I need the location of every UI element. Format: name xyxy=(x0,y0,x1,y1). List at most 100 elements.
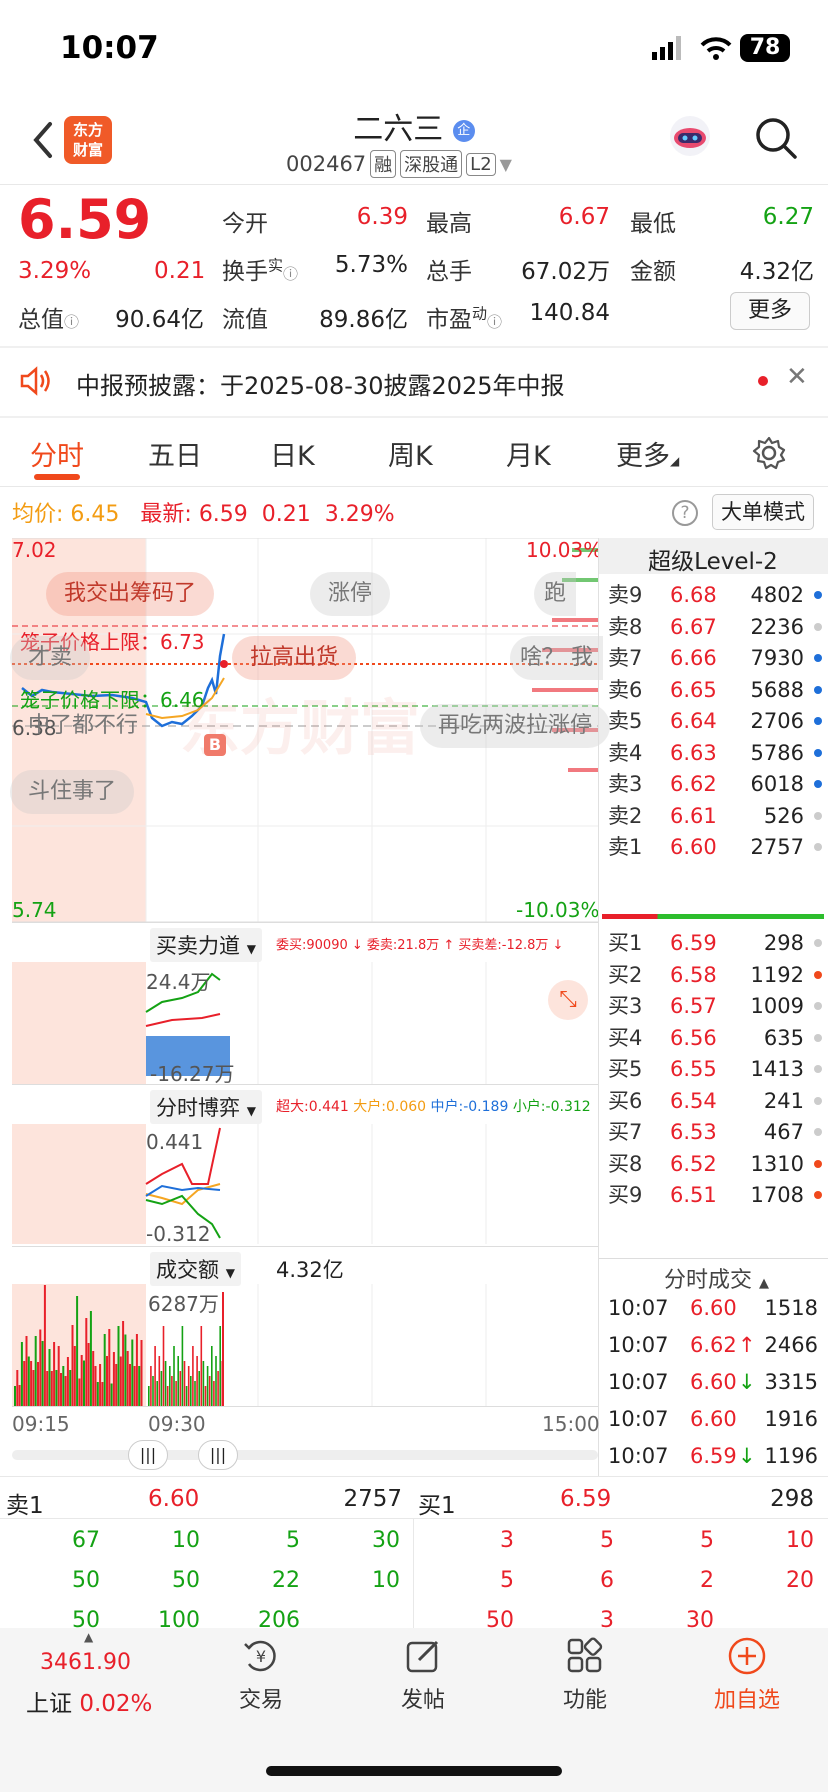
stock-code-row[interactable]: 002467 融 深股通 L2 ▼ xyxy=(286,150,512,178)
level2-title: 超级Level-2 xyxy=(648,549,778,575)
big-order-mode-button[interactable]: 大单模式 xyxy=(712,494,814,530)
nav-trade[interactable]: ¥ 交易 xyxy=(206,1636,316,1714)
help-icon[interactable]: ? xyxy=(672,500,698,526)
nav-add-watchlist[interactable]: 加自选 xyxy=(692,1636,802,1714)
amount-bar xyxy=(171,1376,173,1406)
force-chart[interactable] xyxy=(12,962,598,1084)
queue-bid-vol: 298 xyxy=(770,1486,814,1512)
info-icon[interactable]: ⓘ xyxy=(283,265,298,283)
nav-functions[interactable]: 功能 xyxy=(530,1636,640,1714)
amount-bar xyxy=(94,1366,97,1406)
order-dot-icon xyxy=(814,780,822,788)
ask-row[interactable]: 卖1 6.60 2757 xyxy=(606,830,824,864)
caret-up-icon: ▲ xyxy=(84,1630,94,1644)
tick-row: 10:07 6.60 1916 xyxy=(608,1407,818,1431)
ask-row[interactable]: 卖8 6.67 2236 xyxy=(606,610,824,644)
more-quote-button[interactable]: 更多 xyxy=(730,292,810,330)
bid-row[interactable]: 买1 6.59 298 xyxy=(606,926,824,960)
amount-bar xyxy=(27,1356,30,1406)
order-dot-icon xyxy=(814,939,822,947)
amount-bar xyxy=(46,1371,49,1406)
change-amount: 0.21 xyxy=(154,258,206,284)
queue-bid-cell: 10 xyxy=(786,1528,814,1553)
amount-bar xyxy=(213,1381,215,1406)
ask-row[interactable]: 卖3 6.62 6018 xyxy=(606,767,824,801)
ask-row[interactable]: 卖5 6.64 2706 xyxy=(606,704,824,738)
scroll-handle-right[interactable]: ||| xyxy=(198,1440,238,1470)
queue-ask-cell: 22 xyxy=(272,1568,300,1593)
search-icon[interactable] xyxy=(754,116,798,160)
mktcap-label: 总值ⓘ xyxy=(18,307,80,333)
index-ticker[interactable]: 上证 0.02% xyxy=(26,1684,152,1718)
buy-marker[interactable]: B xyxy=(204,734,226,756)
amount-bar xyxy=(173,1346,175,1406)
bid-row[interactable]: 买3 6.57 1009 xyxy=(606,989,824,1023)
bid-row[interactable]: 买6 6.54 241 xyxy=(606,1084,824,1118)
settings-gear-icon[interactable] xyxy=(752,436,786,470)
amount-chart[interactable] xyxy=(12,1284,598,1406)
tab-daily-k[interactable]: 日K xyxy=(270,434,315,473)
queue-bid-cell: 2 xyxy=(700,1568,714,1593)
force-indicator-selector[interactable]: 买卖力道 ▼ xyxy=(150,928,262,962)
info-icon[interactable]: ⓘ xyxy=(487,313,502,331)
ask-row[interactable]: 卖9 6.68 4802 xyxy=(606,578,824,612)
time-open: 09:30 xyxy=(148,1412,206,1436)
expand-icon[interactable]: ⤡ xyxy=(548,980,588,1020)
speaker-icon xyxy=(20,366,50,396)
amount-bar xyxy=(129,1364,131,1406)
amount-bar xyxy=(117,1326,120,1406)
amount-bar xyxy=(73,1346,76,1406)
amount-bar xyxy=(71,1325,74,1406)
scroll-handle-left[interactable]: ||| xyxy=(128,1440,168,1470)
game-indicator-selector[interactable]: 分时博弈 ▼ xyxy=(150,1090,262,1124)
ask-row[interactable]: 卖4 6.63 5786 xyxy=(606,736,824,770)
ask-row[interactable]: 卖7 6.66 7930 xyxy=(606,641,824,675)
amount-value: 4.32亿 xyxy=(739,259,814,285)
bid-row[interactable]: 买2 6.58 1192 xyxy=(606,958,824,992)
open-label: 今开 xyxy=(222,211,268,237)
danmaku-bubble: 我交出筹码了 xyxy=(46,572,215,616)
amount-bar xyxy=(64,1376,67,1406)
order-dot-icon xyxy=(814,1191,822,1199)
pe-value: 140.84 xyxy=(529,300,610,326)
close-icon[interactable]: ✕ xyxy=(786,362,808,392)
amount-bar xyxy=(177,1356,179,1406)
tab-intraday[interactable]: 分时 xyxy=(30,434,84,473)
grid-icon xyxy=(567,1637,603,1673)
turnover-label: 换手实ⓘ xyxy=(222,256,299,285)
queue-bid-cell: 6 xyxy=(600,1568,614,1593)
ask-row[interactable]: 卖2 6.61 526 xyxy=(606,799,824,833)
amount-bar xyxy=(190,1376,192,1406)
notice-unread-dot xyxy=(758,376,768,386)
amount-bar xyxy=(14,1386,16,1406)
amount-indicator-selector[interactable]: 成交额 ▼ xyxy=(150,1252,241,1286)
bid-row[interactable]: 买7 6.53 467 xyxy=(606,1115,824,1149)
tab-five-day[interactable]: 五日 xyxy=(148,434,202,473)
index-value[interactable]: 3461.90 xyxy=(40,1650,131,1675)
ask-row[interactable]: 卖6 6.65 5688 xyxy=(606,673,824,707)
tab-weekly-k[interactable]: 周K xyxy=(388,434,433,473)
amount-bar xyxy=(133,1366,136,1406)
info-icon[interactable]: ⓘ xyxy=(64,313,79,331)
tab-monthly-k[interactable]: 月K xyxy=(506,434,551,473)
tab-more[interactable]: 更多◢ xyxy=(616,434,679,473)
assistant-robot-icon[interactable] xyxy=(666,112,714,160)
amount-bar xyxy=(215,1356,217,1406)
bid-row[interactable]: 买5 6.55 1413 xyxy=(606,1052,824,1086)
amount-bar xyxy=(85,1318,88,1406)
queue-ask-cell: 10 xyxy=(172,1528,200,1553)
game-chart[interactable] xyxy=(12,1124,598,1244)
bid-row[interactable]: 买4 6.56 635 xyxy=(606,1021,824,1055)
nav-post[interactable]: 发帖 xyxy=(368,1636,478,1714)
time-scrollbar[interactable] xyxy=(12,1450,598,1460)
order-dot-icon xyxy=(814,717,822,725)
tag-l2: L2 xyxy=(466,152,496,176)
volume-value: 67.02万 xyxy=(521,259,610,285)
bid-row[interactable]: 买9 6.51 1708 xyxy=(606,1178,824,1212)
amount-bar xyxy=(23,1361,26,1406)
bid-row[interactable]: 买8 6.52 1310 xyxy=(606,1147,824,1181)
amount-bar xyxy=(30,1361,33,1406)
danmaku-bubble: 啥？ 我 xyxy=(510,636,603,680)
notice-text[interactable]: 中报预披露：于2025-08-30披露2025年中报 xyxy=(76,366,565,401)
amount-bar xyxy=(99,1364,102,1406)
